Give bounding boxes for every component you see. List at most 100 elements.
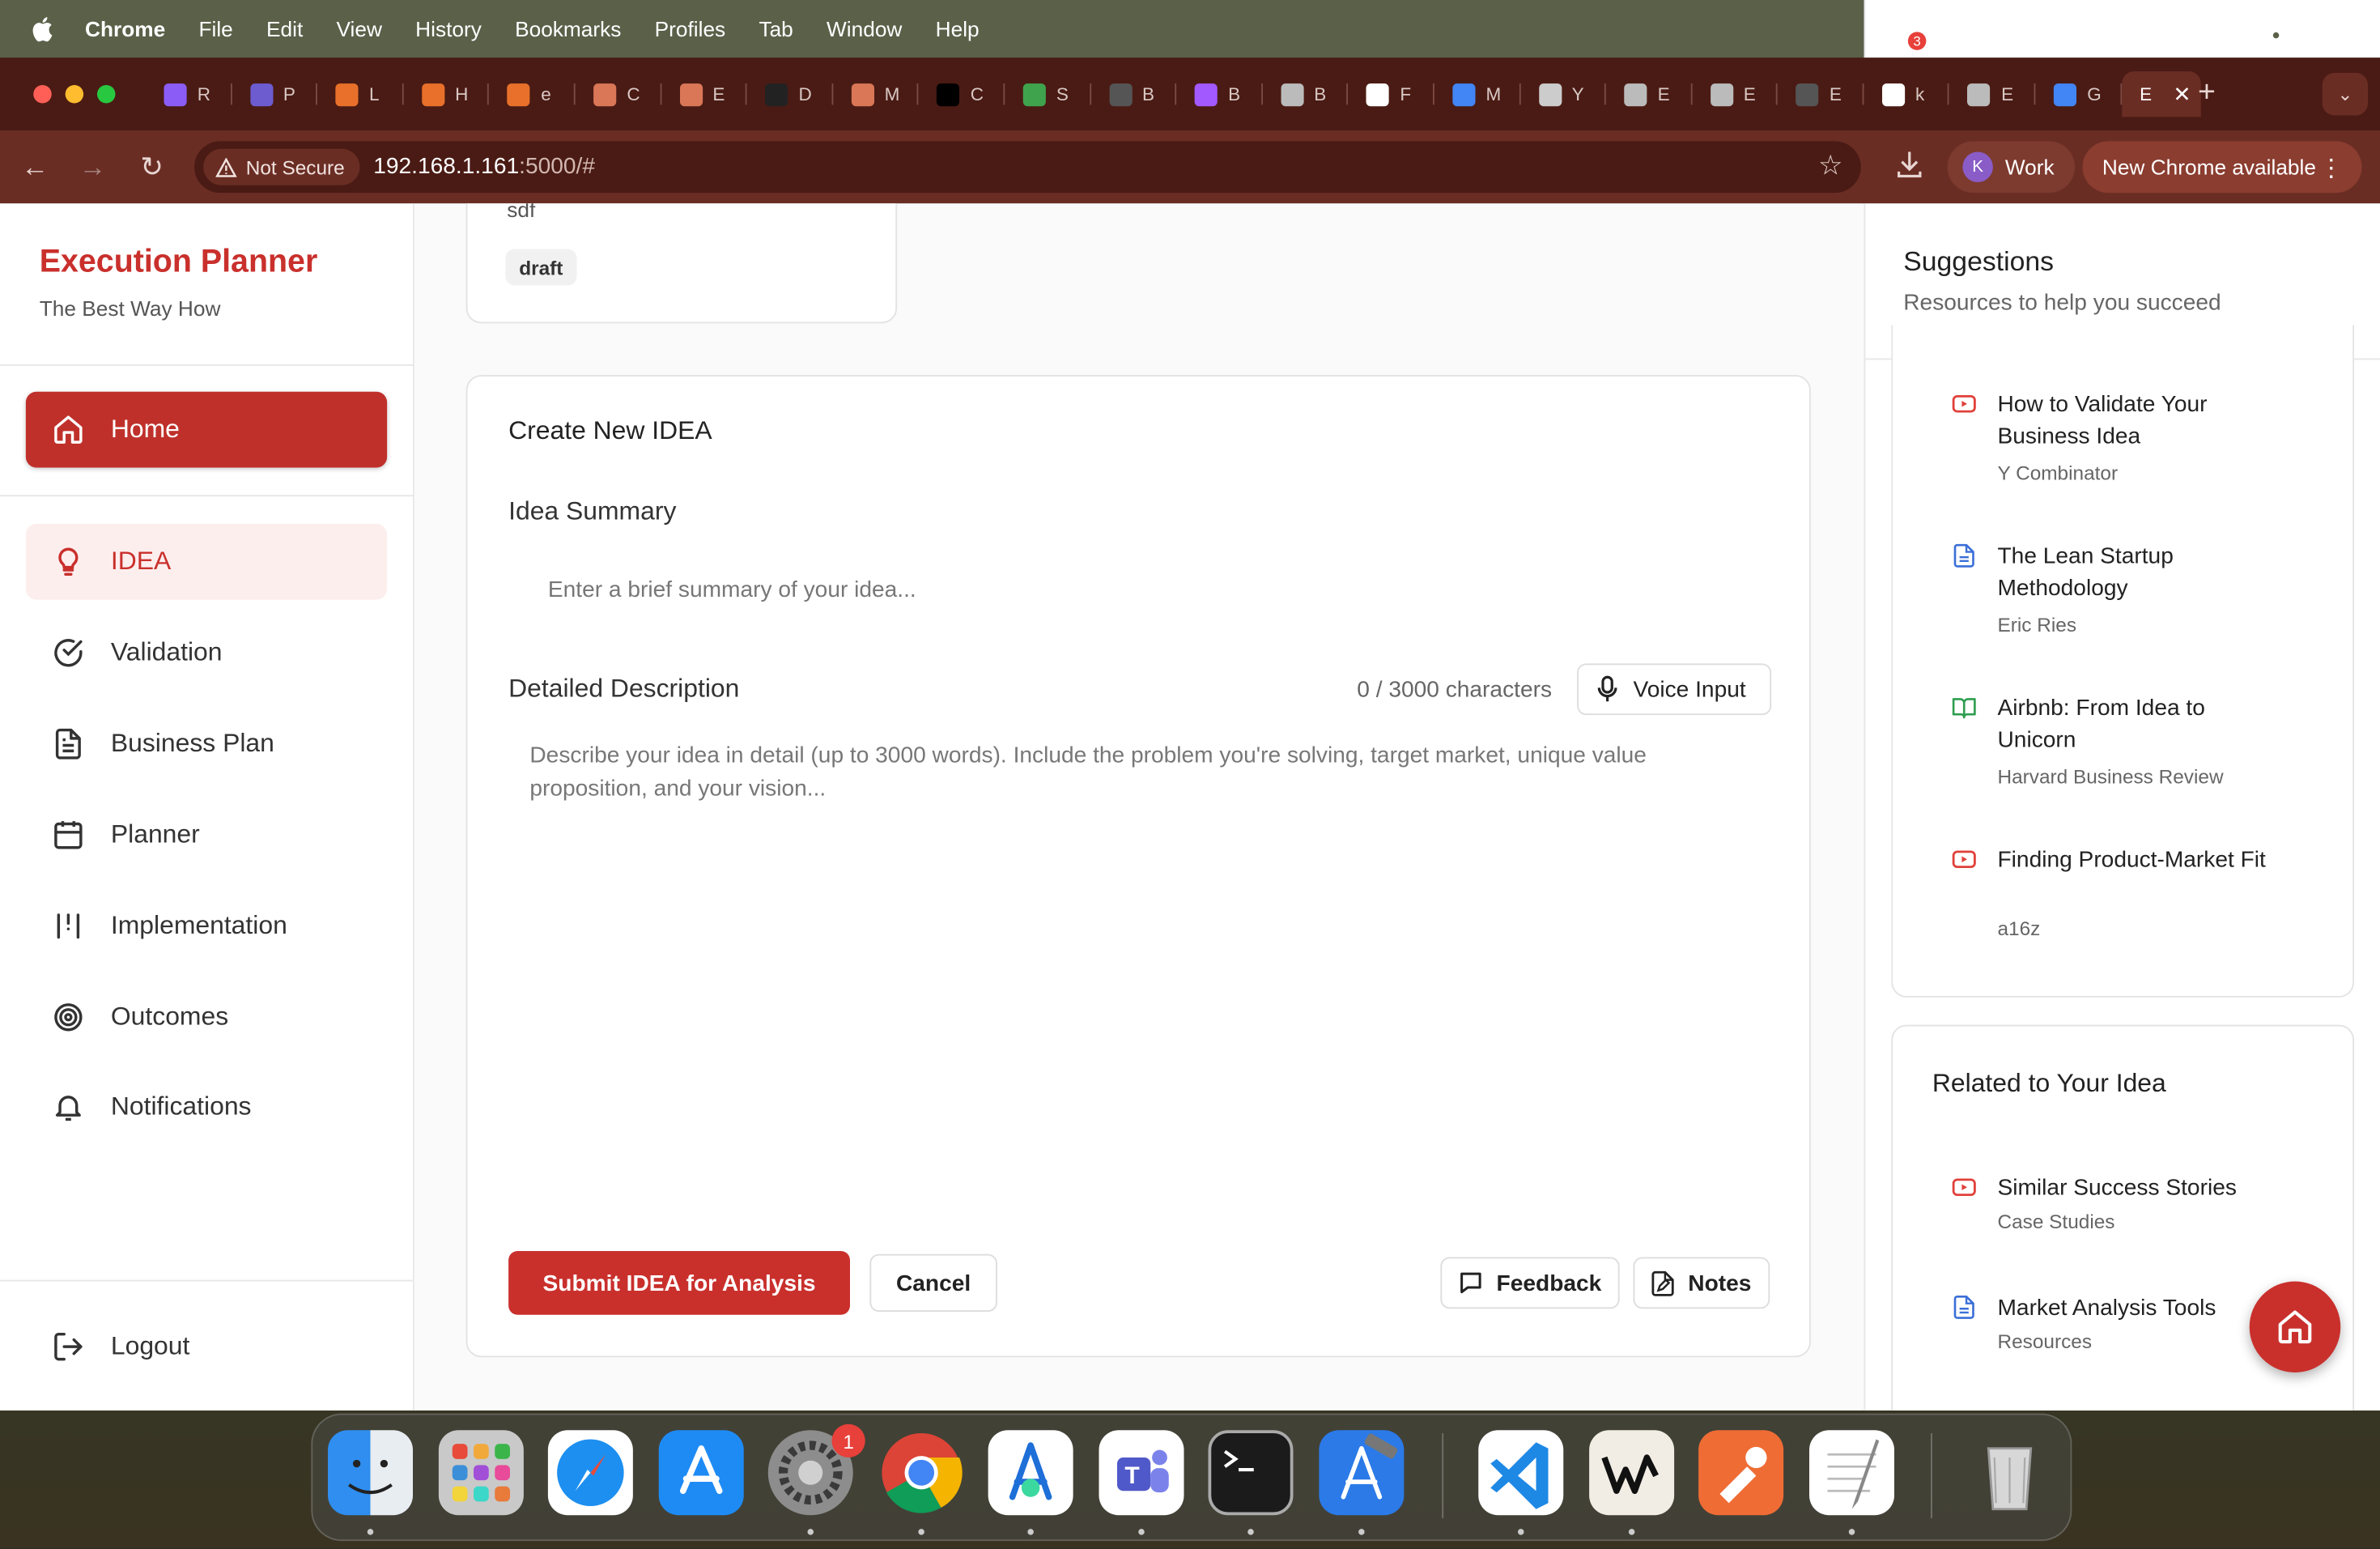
- sidebar-item-planner[interactable]: Planner: [26, 797, 387, 873]
- tab-favicon-icon: [1366, 83, 1389, 105]
- close-tab-icon[interactable]: ✕: [2173, 81, 2191, 107]
- browser-tab[interactable]: G: [2035, 71, 2121, 117]
- floating-home-button[interactable]: [2250, 1282, 2341, 1373]
- menubar-clock[interactable]: Fri 17 Oct 11:24 AM: [2328, 17, 2380, 41]
- vscode-icon[interactable]: [1478, 1430, 1563, 1515]
- menu-file[interactable]: File: [198, 17, 232, 41]
- leaf-status-icon[interactable]: [1865, 17, 1886, 41]
- calendar-icon: [52, 819, 85, 852]
- sidebar-item-home[interactable]: Home: [26, 392, 387, 468]
- browser-tab[interactable]: E: [661, 71, 747, 117]
- browser-tab[interactable]: C: [576, 71, 661, 117]
- download-icon[interactable]: [1894, 149, 1925, 187]
- instruments-icon[interactable]: [988, 1430, 1073, 1515]
- sidebar-item-business-plan[interactable]: Business Plan: [26, 706, 387, 782]
- dark-mode-moon-icon[interactable]: [2064, 17, 2089, 41]
- detailed-description-textarea[interactable]: [508, 730, 1768, 1232]
- idea-summary-input[interactable]: [508, 559, 1768, 619]
- sidebar-item-implementation[interactable]: Implementation: [26, 888, 387, 964]
- browser-tab[interactable]: B: [1176, 71, 1262, 117]
- wifi-icon[interactable]: [2168, 17, 2199, 41]
- url-text[interactable]: 192.168.1.161:5000/#: [373, 153, 595, 179]
- menu-edit[interactable]: Edit: [266, 17, 303, 41]
- close-window-button[interactable]: [33, 85, 52, 104]
- more-menu-icon[interactable]: ⋮: [2319, 153, 2344, 184]
- menu-tab[interactable]: Tab: [759, 17, 793, 41]
- system-settings-icon[interactable]: 1: [768, 1430, 853, 1515]
- battery-icon[interactable]: [2113, 17, 2144, 41]
- sidebar-item-validation[interactable]: Validation: [26, 615, 387, 691]
- browser-tab[interactable]: H: [403, 71, 489, 117]
- textedit-icon[interactable]: [1809, 1430, 1894, 1515]
- menu-bookmarks[interactable]: Bookmarks: [515, 17, 621, 41]
- trash-icon[interactable]: [1967, 1430, 2052, 1515]
- apple-logo-icon[interactable]: [31, 15, 58, 43]
- control-center-icon[interactable]: [2269, 17, 2295, 41]
- search-icon[interactable]: [2222, 17, 2245, 41]
- cancel-button[interactable]: Cancel: [869, 1254, 997, 1312]
- update-chrome-button[interactable]: New Chrome available ⋮: [2083, 141, 2362, 193]
- terminal-icon[interactable]: [1209, 1430, 1294, 1515]
- active-browser-tab[interactable]: E✕: [2122, 71, 2201, 117]
- browser-tab[interactable]: E: [1692, 71, 1778, 117]
- forward-arrow-icon[interactable]: →: [74, 149, 111, 185]
- sidebar-item-notifications[interactable]: Notifications: [26, 1069, 387, 1145]
- menu-help[interactable]: Help: [936, 17, 980, 41]
- postman-icon[interactable]: [1698, 1430, 1783, 1515]
- menu-window[interactable]: Window: [827, 17, 902, 41]
- reload-icon[interactable]: ↻: [134, 149, 170, 185]
- menu-profiles[interactable]: Profiles: [655, 17, 726, 41]
- logout-button[interactable]: Logout: [26, 1309, 387, 1385]
- browser-tab[interactable]: S: [1005, 71, 1090, 117]
- menu-history[interactable]: History: [415, 17, 482, 41]
- warp-icon[interactable]: [1589, 1430, 1674, 1515]
- safari-icon[interactable]: [548, 1430, 633, 1515]
- menu-view[interactable]: View: [336, 17, 381, 41]
- feedback-button[interactable]: Feedback: [1440, 1257, 1619, 1309]
- address-bar[interactable]: Not Secure 192.168.1.161:5000/# ☆: [194, 141, 1861, 193]
- teams-status-icon[interactable]: [1962, 17, 1990, 41]
- minimize-window-button[interactable]: [66, 85, 84, 104]
- voice-input-button[interactable]: Voice Input: [1577, 663, 1771, 715]
- xcode-icon[interactable]: [1319, 1430, 1404, 1515]
- logout-icon: [52, 1330, 85, 1364]
- notes-button[interactable]: Notes: [1634, 1257, 1770, 1309]
- profile-button[interactable]: K Work: [1948, 141, 2076, 193]
- browser-tab[interactable]: k: [1864, 71, 1949, 117]
- zoom-window-button[interactable]: [97, 85, 116, 104]
- browser-tab[interactable]: D: [747, 71, 833, 117]
- idea-card[interactable]: sdf draft: [466, 203, 898, 323]
- bookmark-star-icon[interactable]: ☆: [1818, 151, 1842, 182]
- tab-favicon-icon: [1195, 83, 1218, 105]
- browser-tab[interactable]: M: [833, 71, 919, 117]
- browser-tab[interactable]: E: [1949, 71, 2035, 117]
- browser-tab[interactable]: E: [1778, 71, 1864, 117]
- sidebar-item-outcomes[interactable]: Outcomes: [26, 979, 387, 1055]
- browser-tab[interactable]: P: [232, 71, 317, 117]
- launchpad-icon[interactable]: [439, 1430, 524, 1515]
- teams-icon[interactable]: T: [1099, 1430, 1184, 1515]
- dropbox-status-icon[interactable]: 3: [1911, 17, 1939, 41]
- browser-tab[interactable]: B: [1090, 71, 1176, 117]
- browser-tab[interactable]: M: [1434, 71, 1520, 117]
- submit-idea-button[interactable]: Submit IDEA for Analysis: [508, 1251, 850, 1315]
- browser-tab[interactable]: E: [1606, 71, 1692, 117]
- browser-tab[interactable]: L: [317, 71, 403, 117]
- finder-icon[interactable]: [328, 1430, 413, 1515]
- not-secure-chip[interactable]: Not Secure: [203, 149, 359, 185]
- sidebar-item-idea[interactable]: IDEA: [26, 524, 387, 600]
- menu-app-name[interactable]: Chrome: [85, 17, 165, 41]
- chrome-icon[interactable]: [879, 1430, 964, 1515]
- back-arrow-icon[interactable]: ←: [17, 149, 53, 185]
- browser-tab[interactable]: R: [146, 71, 232, 117]
- tab-search-chevron-icon[interactable]: ⌄: [2323, 73, 2368, 116]
- browser-tab[interactable]: F: [1349, 71, 1434, 117]
- app-store-icon[interactable]: [659, 1430, 744, 1515]
- browser-tab[interactable]: C: [919, 71, 1005, 117]
- tab-title: Y: [1572, 83, 1584, 104]
- browser-tab[interactable]: e: [489, 71, 575, 117]
- browser-tab[interactable]: B: [1262, 71, 1348, 117]
- browser-tab[interactable]: Y: [1520, 71, 1606, 117]
- new-tab-plus-icon[interactable]: +: [2198, 78, 2216, 109]
- play-circle-icon[interactable]: [2014, 17, 2040, 41]
